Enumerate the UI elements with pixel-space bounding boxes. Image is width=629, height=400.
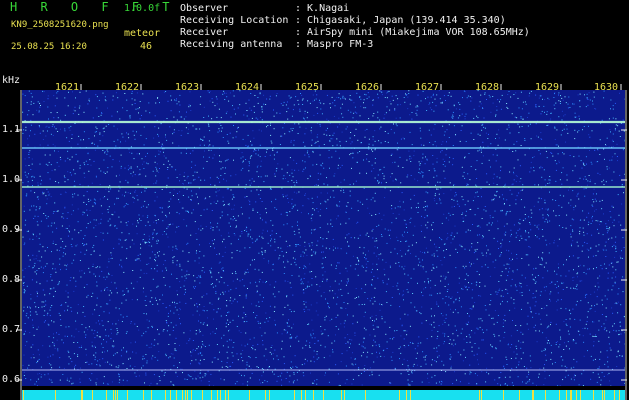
app-version: 1.0.0f [124, 3, 161, 14]
spectrogram-noise [22, 90, 625, 386]
spectrogram-plot [22, 90, 625, 386]
y-tick-label: 0.8 [2, 274, 21, 285]
y-tick-label: 1.0 [2, 174, 21, 185]
info-receiver-key: Receiver [180, 27, 229, 38]
info-location: Receiving Location : Chigasaki, Japan (13… [180, 15, 506, 26]
info-location-key: Receiving Location [180, 15, 289, 26]
mode-value: 46 [140, 41, 153, 52]
y-tick-label: 0.6 [2, 374, 21, 385]
info-observer-key: Observer [180, 3, 229, 14]
file-name: KN9_2508251620.png [11, 20, 109, 30]
info-antenna: Receiving antenna : Maspro FM-3 [180, 39, 373, 50]
info-antenna-value: : Maspro FM-3 [295, 39, 374, 50]
timestamp: 25.08.25 16:20 [11, 42, 87, 52]
y-tick-label: 0.7 [2, 324, 21, 335]
info-observer-value: : K.Nagai [295, 3, 350, 14]
info-location-value: : Chigasaki, Japan (139.414 35.340) [295, 15, 506, 26]
info-observer: Observer : K.Nagai [180, 3, 349, 14]
y-tick-label: 0.9 [2, 224, 21, 235]
unit-label: kHz [2, 75, 21, 86]
y-tick-label: 1.1 [2, 124, 21, 135]
info-receiver-value: : AirSpy mini (Miakejima VOR 108.65MHz) [295, 27, 530, 38]
hrofft-window: { "app": { "title": "H R O F F T", "vers… [0, 0, 629, 400]
spectrogram-baseline-band [22, 390, 625, 400]
info-antenna-key: Receiving antenna [180, 39, 283, 50]
mode-label: meteor [124, 28, 161, 39]
info-receiver: Receiver : AirSpy mini (Miakejima VOR 108… [180, 27, 530, 38]
